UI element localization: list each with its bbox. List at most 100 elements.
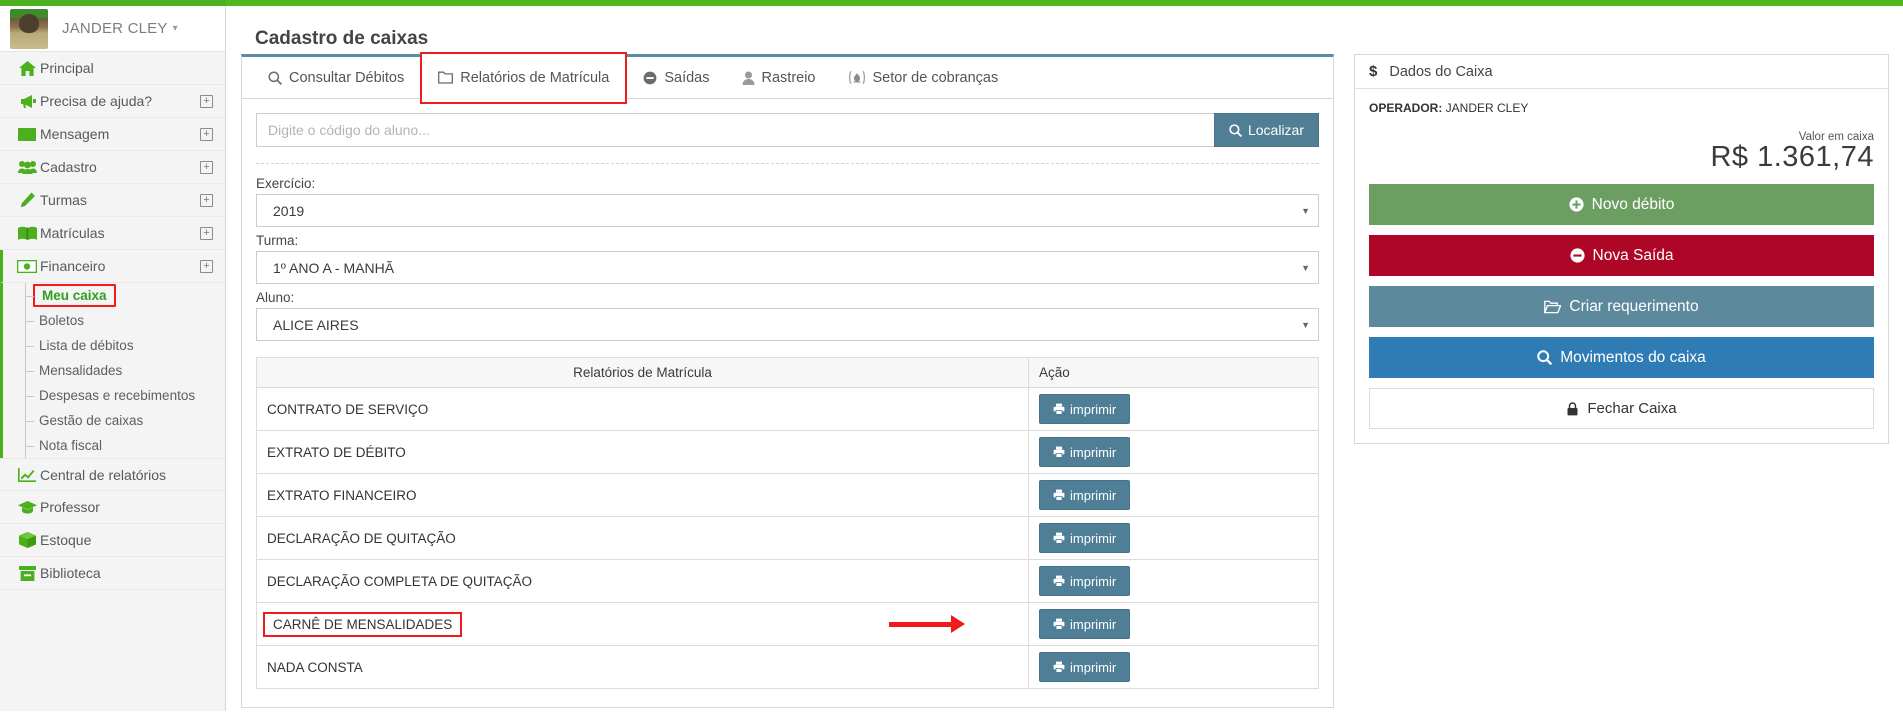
sidebar-item-label: Nota fiscal	[39, 438, 103, 453]
reports-table-head: Relatórios de Matrícula Ação	[256, 357, 1319, 388]
minus-circle-icon	[1569, 248, 1585, 263]
search-input[interactable]	[256, 113, 1214, 147]
sidebar-item-principal[interactable]: Principal	[0, 52, 225, 85]
printer-icon	[1053, 618, 1065, 630]
tab-saidas[interactable]: Saídas	[627, 57, 725, 99]
printer-icon	[1053, 403, 1065, 415]
printer-icon	[1053, 489, 1065, 501]
print-button-label: imprimir	[1070, 616, 1117, 632]
locate-button[interactable]: Localizar	[1213, 113, 1319, 147]
sidebar-item-mensalidades[interactable]: Mensalidades	[3, 358, 225, 383]
print-button-label: imprimir	[1070, 530, 1117, 546]
sidebar-item-estoque[interactable]: Estoque	[0, 524, 225, 557]
expand-icon[interactable]: +	[200, 127, 213, 141]
sidebar-item-turmas[interactable]: Turmas +	[0, 184, 225, 217]
report-action-cell: imprimir	[1028, 559, 1319, 603]
tab-consultar-debitos[interactable]: Consultar Débitos	[252, 57, 420, 99]
sidebar-item-mensagem[interactable]: Mensagem +	[0, 118, 225, 151]
tab-label: Saídas	[664, 69, 710, 86]
sidebar-item-nota-fiscal[interactable]: Nota fiscal	[3, 433, 225, 458]
aluno-select-wrap: ALICE AIRES ▼	[256, 308, 1319, 341]
report-name-cell: DECLARAÇÃO DE QUITAÇÃO	[256, 516, 1029, 560]
search-icon	[1537, 350, 1553, 365]
tab-rastreio[interactable]: Rastreio	[726, 57, 832, 99]
tab-setor-de-cobrancas[interactable]: Setor de cobranças	[832, 57, 1015, 99]
aluno-select[interactable]: ALICE AIRES	[256, 308, 1319, 341]
expand-icon[interactable]: +	[200, 259, 213, 273]
tab-relatorios-de-matricula[interactable]: Relatórios de Matrícula	[420, 51, 628, 104]
sidebar-item-gestao-de-caixas[interactable]: Gestão de caixas	[3, 408, 225, 433]
reports-box-body: Localizar Exercício: 2019 ▼ Turma:	[242, 99, 1333, 707]
aluno-label: Aluno:	[256, 290, 295, 305]
sidebar-item-boletos[interactable]: Boletos	[3, 308, 225, 333]
printer-icon	[1053, 575, 1065, 587]
user-icon	[742, 71, 755, 85]
print-button-label: imprimir	[1070, 487, 1117, 503]
sidebar-item-precisa-de-ajuda[interactable]: Precisa de ajuda? +	[0, 85, 225, 118]
sidebar-item-financeiro[interactable]: Financeiro +	[0, 250, 225, 283]
folder-open-icon	[1544, 300, 1562, 314]
sidebar-item-biblioteca[interactable]: Biblioteca	[0, 557, 225, 590]
dollar-icon: $	[1369, 63, 1378, 80]
report-name-cell: EXTRATO DE DÉBITO	[256, 430, 1029, 474]
sidebar-item-meu-caixa[interactable]: Meu caixa	[3, 283, 225, 308]
cash-panel-header: $ Dados do Caixa	[1355, 55, 1888, 89]
report-action-cell: imprimir	[1028, 645, 1319, 689]
report-action-cell: imprimir	[1028, 473, 1319, 517]
table-header-row: Relatórios de Matrícula Ação	[256, 357, 1319, 388]
sidebar-financeiro-submenu: Meu caixa Boletos Lista de débitos Mensa…	[0, 283, 225, 458]
money-icon	[14, 259, 40, 273]
turma-select[interactable]: 1º ANO A - MANHÃ	[256, 251, 1319, 284]
criar-requerimento-button[interactable]: Criar requerimento	[1369, 286, 1874, 327]
novo-debito-button[interactable]: Novo débito	[1369, 184, 1874, 225]
reports-table: Relatórios de Matrícula Ação CONTRATO DE…	[256, 357, 1319, 689]
aluno-value: ALICE AIRES	[273, 316, 359, 333]
sidebar-item-lista-de-debitos[interactable]: Lista de débitos	[3, 333, 225, 358]
movimentos-do-caixa-label: Movimentos do caixa	[1560, 348, 1706, 366]
print-button[interactable]: imprimir	[1039, 394, 1131, 424]
sidebar-item-despesas-e-recebimentos[interactable]: Despesas e recebimentos	[3, 383, 225, 408]
expand-icon[interactable]: +	[200, 193, 213, 207]
fechar-caixa-label: Fechar Caixa	[1587, 400, 1677, 417]
expand-icon[interactable]: +	[200, 94, 213, 108]
sidebar-item-label: Lista de débitos	[39, 338, 134, 353]
nova-saida-label: Nova Saída	[1592, 246, 1674, 264]
print-button[interactable]: imprimir	[1039, 566, 1131, 596]
print-button[interactable]: imprimir	[1039, 652, 1131, 682]
app-root: JANDER CLEY ▾ Principal Precisa de ajuda…	[0, 0, 1903, 717]
sidebar-item-label: Despesas e recebimentos	[39, 388, 196, 403]
print-button[interactable]: imprimir	[1039, 609, 1131, 639]
table-row: CONTRATO DE SERVIÇO imprimir	[256, 387, 1319, 431]
expand-icon[interactable]: +	[200, 160, 213, 174]
print-button[interactable]: imprimir	[1039, 437, 1131, 467]
print-button[interactable]: imprimir	[1039, 523, 1131, 553]
print-button[interactable]: imprimir	[1039, 480, 1131, 510]
printer-icon	[1053, 446, 1065, 458]
home-icon	[14, 60, 40, 76]
search-row: Localizar	[256, 113, 1319, 147]
fechar-caixa-button[interactable]: Fechar Caixa	[1369, 388, 1874, 429]
sidebar-item-cadastro[interactable]: Cadastro +	[0, 151, 225, 184]
cash-panel-wrapper: $ Dados do Caixa OPERADOR: JANDER CLEY V…	[1354, 54, 1889, 444]
turma-select-wrap: 1º ANO A - MANHÃ ▼	[256, 251, 1319, 284]
box-icon	[14, 532, 40, 548]
exercicio-select[interactable]: 2019	[256, 194, 1319, 227]
book-icon	[14, 226, 40, 240]
sidebar-item-label: Meu caixa	[33, 284, 116, 307]
report-action-cell: imprimir	[1028, 430, 1319, 474]
sidebar-item-label: Mensagem	[40, 126, 110, 142]
expand-icon[interactable]: +	[200, 226, 213, 240]
megaphone-icon	[14, 94, 40, 109]
report-action-cell: imprimir	[1028, 516, 1319, 560]
nova-saida-button[interactable]: Nova Saída	[1369, 235, 1874, 276]
movimentos-do-caixa-button[interactable]: Movimentos do caixa	[1369, 337, 1874, 378]
sidebar-item-matriculas[interactable]: Matrículas +	[0, 217, 225, 250]
avatar	[10, 8, 48, 49]
sidebar-item-label: Biblioteca	[40, 565, 101, 581]
sidebar-item-central-de-relatorios[interactable]: Central de relatórios	[0, 458, 225, 491]
report-name: CONTRATO DE SERVIÇO	[267, 401, 429, 417]
sidebar-item-label: Matrículas	[40, 225, 105, 241]
user-panel[interactable]: JANDER CLEY ▾	[0, 6, 225, 52]
sidebar-item-professor[interactable]: Professor	[0, 491, 225, 524]
sidebar-item-label: Boletos	[39, 313, 85, 328]
